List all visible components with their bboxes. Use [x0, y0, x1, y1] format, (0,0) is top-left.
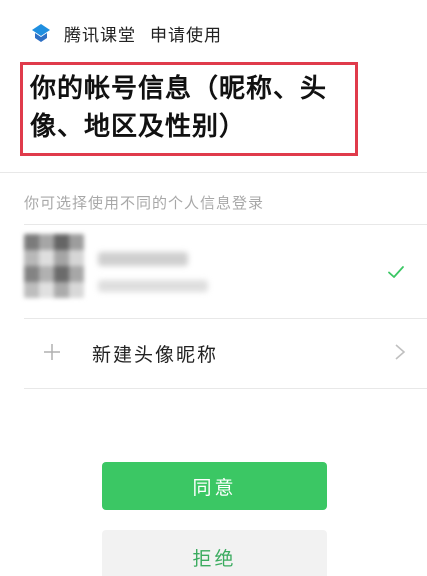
blurred-nickname [98, 252, 188, 266]
auth-page: 腾讯课堂 申请使用 你的帐号信息（昵称、头像、地区及性别） 你可选择使用不同的个… [0, 0, 427, 576]
new-profile-button[interactable]: 新建头像昵称 [0, 320, 427, 386]
app-name: 腾讯课堂 [64, 25, 136, 46]
chevron-right-icon [395, 344, 406, 360]
request-text: 申请使用 [150, 25, 222, 46]
tencent-classroom-logo-icon [32, 24, 50, 42]
divider [24, 224, 427, 225]
check-icon [388, 266, 404, 278]
agree-button[interactable]: 同意 [102, 462, 327, 510]
divider [24, 388, 427, 389]
app-header: 腾讯课堂 申请使用 [30, 20, 222, 46]
hint-text: 你可选择使用不同的个人信息登录 [24, 194, 265, 212]
blurred-region [98, 280, 208, 292]
avatar [24, 234, 84, 298]
permission-title: 你的帐号信息（昵称、头像、地区及性别） [30, 74, 328, 142]
divider [24, 318, 427, 319]
plus-icon [44, 344, 60, 360]
divider [0, 172, 427, 173]
reject-button[interactable]: 拒绝 [102, 530, 327, 576]
new-profile-label: 新建头像昵称 [92, 344, 219, 366]
account-row[interactable] [0, 234, 427, 310]
